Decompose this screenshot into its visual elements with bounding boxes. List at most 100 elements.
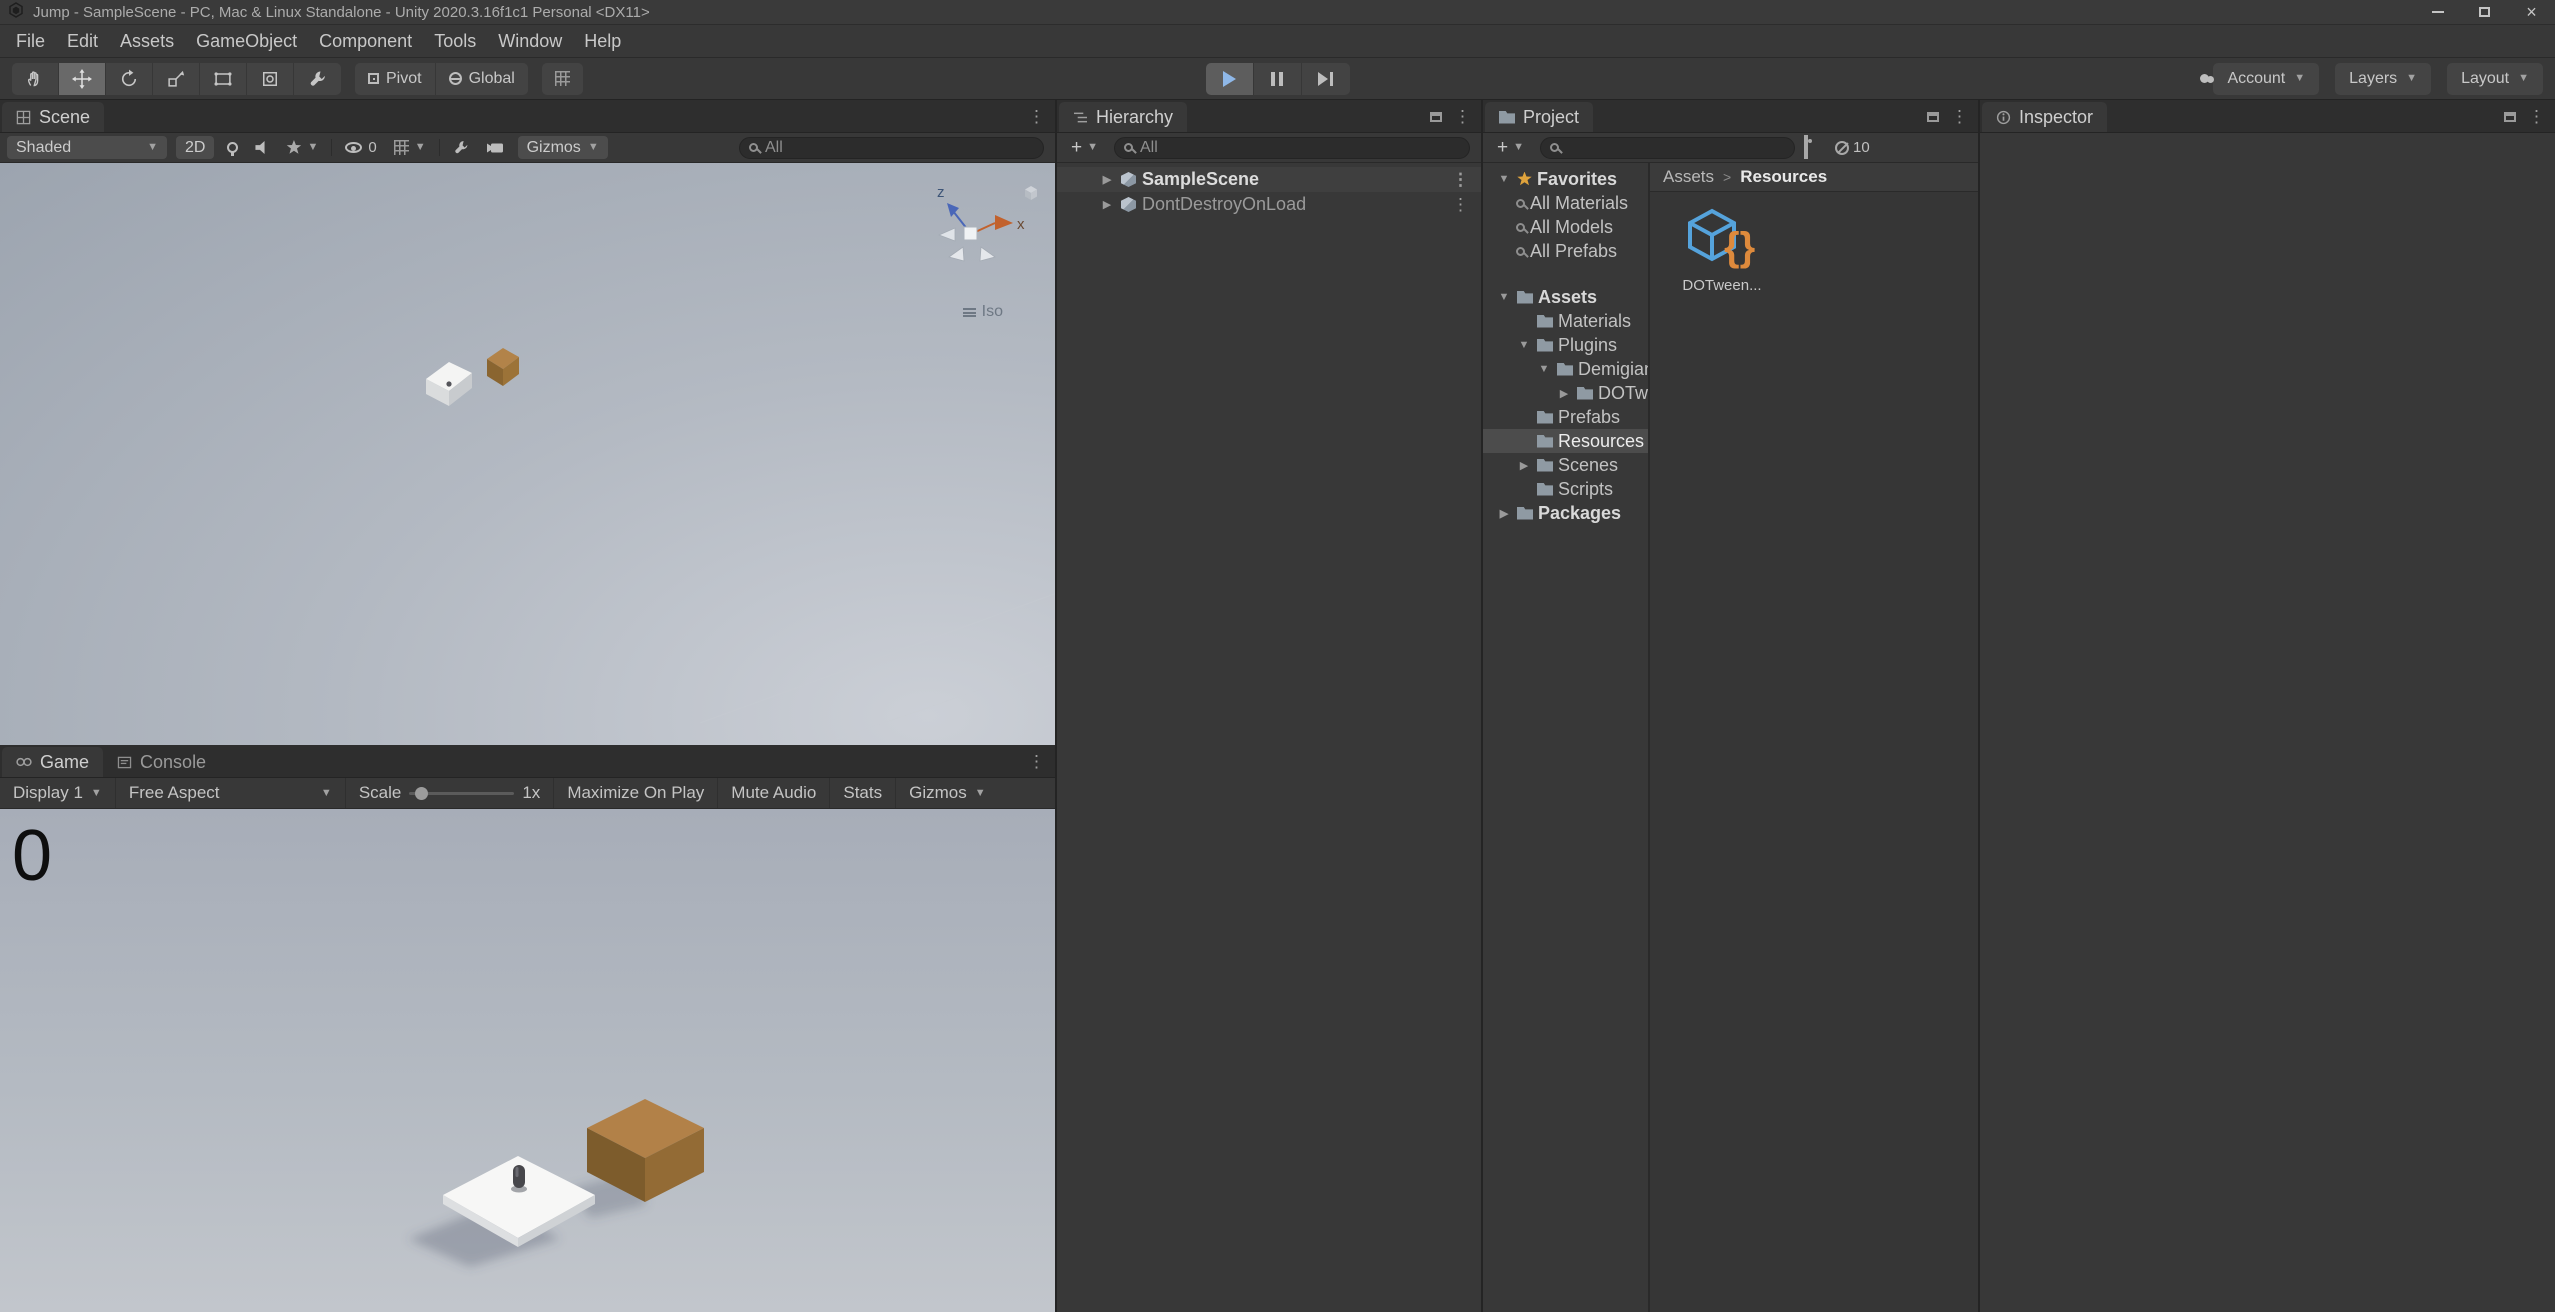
project-folder-plugins[interactable]: ▼ Plugins bbox=[1483, 333, 1648, 357]
scene-effects-dropdown[interactable]: ▼ bbox=[282, 136, 322, 159]
scene-camera-button[interactable] bbox=[483, 136, 509, 159]
pivot-toggle-button[interactable]: Pivot bbox=[355, 63, 436, 95]
tab-project[interactable]: Project bbox=[1485, 102, 1593, 132]
project-all-prefabs[interactable]: All Prefabs bbox=[1483, 239, 1648, 263]
account-dropdown[interactable]: Account ▼ bbox=[2213, 63, 2319, 95]
scale-slider-knob[interactable] bbox=[415, 787, 428, 800]
hierarchy-menu-icon[interactable]: ⋮ bbox=[1454, 108, 1471, 125]
menu-assets[interactable]: Assets bbox=[109, 27, 185, 56]
breadcrumb-assets[interactable]: Assets bbox=[1663, 167, 1714, 187]
foldout-arrow-icon[interactable]: ▼ bbox=[1496, 291, 1512, 303]
breadcrumb-resources[interactable]: Resources bbox=[1740, 167, 1827, 187]
foldout-arrow-icon[interactable]: ▶ bbox=[1516, 459, 1532, 472]
scene-search-input[interactable]: All bbox=[739, 137, 1044, 159]
project-folder-resources[interactable]: Resources bbox=[1483, 429, 1648, 453]
2d-toggle-button[interactable]: 2D bbox=[176, 136, 214, 159]
global-toggle-button[interactable]: Global bbox=[436, 63, 528, 95]
close-button[interactable]: × bbox=[2508, 0, 2555, 24]
tab-console[interactable]: Console bbox=[103, 747, 220, 777]
tab-game[interactable]: Game bbox=[2, 747, 103, 777]
rect-tool-button[interactable] bbox=[200, 63, 247, 95]
project-folder-scripts[interactable]: Scripts bbox=[1483, 477, 1648, 501]
pause-button[interactable] bbox=[1254, 63, 1302, 95]
project-folder-dotween[interactable]: ▶ DOTween bbox=[1483, 381, 1648, 405]
project-search-input[interactable] bbox=[1540, 137, 1795, 159]
menu-tools[interactable]: Tools bbox=[423, 27, 487, 56]
tab-inspector[interactable]: Inspector bbox=[1982, 102, 2107, 132]
foldout-arrow-icon[interactable]: ▼ bbox=[1516, 339, 1532, 351]
foldout-arrow-icon[interactable]: ▼ bbox=[1536, 363, 1552, 375]
custom-tools-button[interactable] bbox=[294, 63, 341, 95]
project-all-models[interactable]: All Models bbox=[1483, 215, 1648, 239]
scene-grid-dropdown[interactable]: ▼ bbox=[390, 136, 430, 159]
asset-dotween-settings[interactable]: {} DOTween... bbox=[1670, 208, 1774, 294]
project-folder-demigiant[interactable]: ▼ Demigiant bbox=[1483, 357, 1648, 381]
menu-window[interactable]: Window bbox=[487, 27, 573, 56]
dock-options-icon[interactable] bbox=[2504, 112, 2516, 122]
shading-mode-dropdown[interactable]: Shaded ▼ bbox=[7, 136, 167, 159]
move-tool-button[interactable] bbox=[59, 63, 106, 95]
foldout-arrow-icon[interactable]: ▶ bbox=[1099, 198, 1115, 211]
layers-dropdown[interactable]: Layers ▼ bbox=[2335, 63, 2431, 95]
scene-tools-button[interactable] bbox=[449, 136, 474, 159]
project-folder-prefabs[interactable]: Prefabs bbox=[1483, 405, 1648, 429]
mute-audio-toggle[interactable]: Mute Audio bbox=[718, 778, 830, 808]
scene-audio-button[interactable] bbox=[251, 136, 273, 159]
dock-options-icon[interactable] bbox=[1927, 112, 1939, 122]
hand-tool-button[interactable] bbox=[12, 63, 59, 95]
foldout-arrow-icon[interactable]: ▶ bbox=[1099, 173, 1115, 186]
project-all-materials[interactable]: All Materials bbox=[1483, 191, 1648, 215]
tab-scene[interactable]: Scene bbox=[2, 102, 104, 132]
aspect-dropdown[interactable]: Free Aspect ▼ bbox=[116, 778, 346, 808]
stats-toggle[interactable]: Stats bbox=[830, 778, 896, 808]
layout-dropdown[interactable]: Layout ▼ bbox=[2447, 63, 2543, 95]
minimize-button[interactable] bbox=[2414, 0, 2461, 24]
step-button[interactable] bbox=[1302, 63, 1350, 95]
scene-camera-preview-icon[interactable] bbox=[1023, 185, 1039, 206]
maximize-button[interactable] bbox=[2461, 0, 2508, 24]
game-viewport[interactable]: 0 bbox=[0, 809, 1055, 1312]
foldout-arrow-icon[interactable]: ▶ bbox=[1496, 507, 1512, 520]
inspector-menu-icon[interactable]: ⋮ bbox=[2528, 108, 2545, 125]
project-add-button[interactable]: + ▼ bbox=[1490, 136, 1531, 159]
scene-viewport[interactable]: z x Iso bbox=[0, 163, 1055, 745]
play-button[interactable] bbox=[1206, 63, 1254, 95]
menu-edit[interactable]: Edit bbox=[56, 27, 109, 56]
transform-tool-button[interactable] bbox=[247, 63, 294, 95]
hierarchy-search-input[interactable]: All bbox=[1114, 137, 1470, 159]
menu-gameobject[interactable]: GameObject bbox=[185, 27, 308, 56]
dock-options-icon[interactable] bbox=[1430, 112, 1442, 122]
row-menu-icon[interactable]: ⋮ bbox=[1452, 171, 1481, 188]
maximize-on-play-toggle[interactable]: Maximize On Play bbox=[554, 778, 718, 808]
row-menu-icon[interactable]: ⋮ bbox=[1452, 196, 1481, 213]
projection-mode-label[interactable]: Iso bbox=[963, 303, 1003, 321]
hierarchy-item-samplescene[interactable]: ▶ SampleScene ⋮ bbox=[1057, 167, 1481, 192]
menu-help[interactable]: Help bbox=[573, 27, 632, 56]
grid-snapping-button[interactable] bbox=[542, 63, 583, 95]
menu-component[interactable]: Component bbox=[308, 27, 423, 56]
display-dropdown[interactable]: Display 1 ▼ bbox=[0, 778, 116, 808]
hierarchy-item-dontdestroyonload[interactable]: ▶ DontDestroyOnLoad ⋮ bbox=[1057, 192, 1481, 217]
project-menu-icon[interactable]: ⋮ bbox=[1951, 108, 1968, 125]
scale-slider[interactable] bbox=[409, 792, 514, 795]
project-folder-packages[interactable]: ▶ Packages bbox=[1483, 501, 1648, 525]
game-gizmos-dropdown[interactable]: Gizmos ▼ bbox=[896, 778, 999, 808]
scale-tool-button[interactable] bbox=[153, 63, 200, 95]
project-folder-scenes[interactable]: ▶ Scenes bbox=[1483, 453, 1648, 477]
foldout-arrow-icon[interactable]: ▼ bbox=[1496, 173, 1512, 185]
scene-lighting-button[interactable] bbox=[223, 136, 242, 159]
project-folder-materials[interactable]: Materials bbox=[1483, 309, 1648, 333]
project-favorites[interactable]: ▼ Favorites bbox=[1483, 167, 1648, 191]
project-folder-assets[interactable]: ▼ Assets bbox=[1483, 285, 1648, 309]
game-menu-icon[interactable]: ⋮ bbox=[1028, 753, 1045, 770]
gizmos-dropdown[interactable]: Gizmos ▼ bbox=[518, 136, 608, 159]
search-by-type-button[interactable] bbox=[1804, 137, 1808, 158]
rotate-tool-button[interactable] bbox=[106, 63, 153, 95]
hierarchy-add-button[interactable]: + ▼ bbox=[1064, 136, 1105, 159]
foldout-arrow-icon[interactable]: ▶ bbox=[1556, 387, 1572, 400]
menu-file[interactable]: File bbox=[5, 27, 56, 56]
hidden-objects-button[interactable]: 0 bbox=[341, 136, 380, 159]
hidden-packages-button[interactable]: 10 bbox=[1835, 139, 1870, 156]
tab-hierarchy[interactable]: Hierarchy bbox=[1059, 102, 1187, 132]
scene-menu-icon[interactable]: ⋮ bbox=[1028, 108, 1045, 125]
